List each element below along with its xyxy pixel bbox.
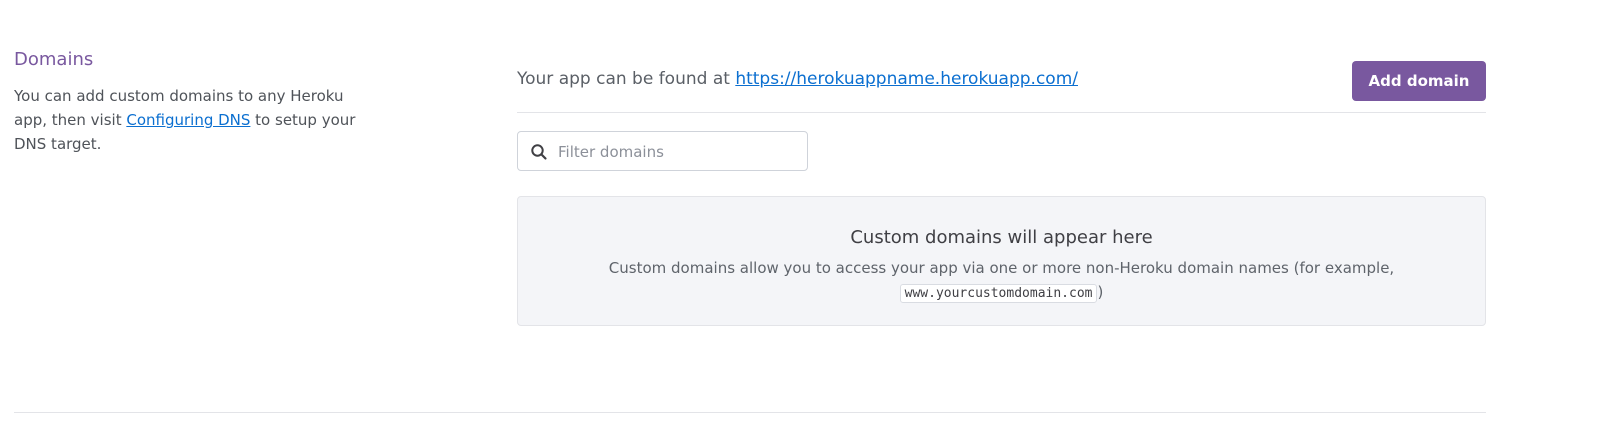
domains-header: Your app can be found at https://herokua… — [517, 58, 1486, 102]
filter-domains-input[interactable] — [556, 132, 800, 172]
divider — [517, 112, 1486, 113]
empty-state-title: Custom domains will appear here — [850, 227, 1153, 248]
section-divider — [14, 412, 1486, 413]
empty-state: Custom domains will appear here Custom d… — [517, 196, 1486, 326]
add-domain-button[interactable]: Add domain — [1352, 61, 1486, 101]
section-title: Domains — [14, 49, 94, 70]
domains-info: Domains You can add custom domains to an… — [14, 48, 359, 156]
filter-domains-field[interactable] — [517, 131, 808, 172]
found-at-label: Your app can be found at — [517, 69, 736, 89]
section-description: You can add custom domains to any Heroku… — [14, 84, 359, 156]
empty-state-text: Custom domains allow you to access your … — [608, 259, 1395, 277]
empty-state-description: Custom domains allow you to access your … — [518, 256, 1485, 306]
app-url-text: Your app can be found at https://herokua… — [517, 69, 1078, 89]
app-url-link[interactable]: https://herokuappname.herokuapp.com/ — [735, 69, 1078, 89]
example-domain: www.yourcustomdomain.com — [899, 284, 1098, 303]
search-icon — [531, 144, 547, 160]
configuring-dns-link[interactable]: Configuring DNS — [126, 111, 250, 129]
empty-state-text-end: ) — [1097, 283, 1104, 301]
